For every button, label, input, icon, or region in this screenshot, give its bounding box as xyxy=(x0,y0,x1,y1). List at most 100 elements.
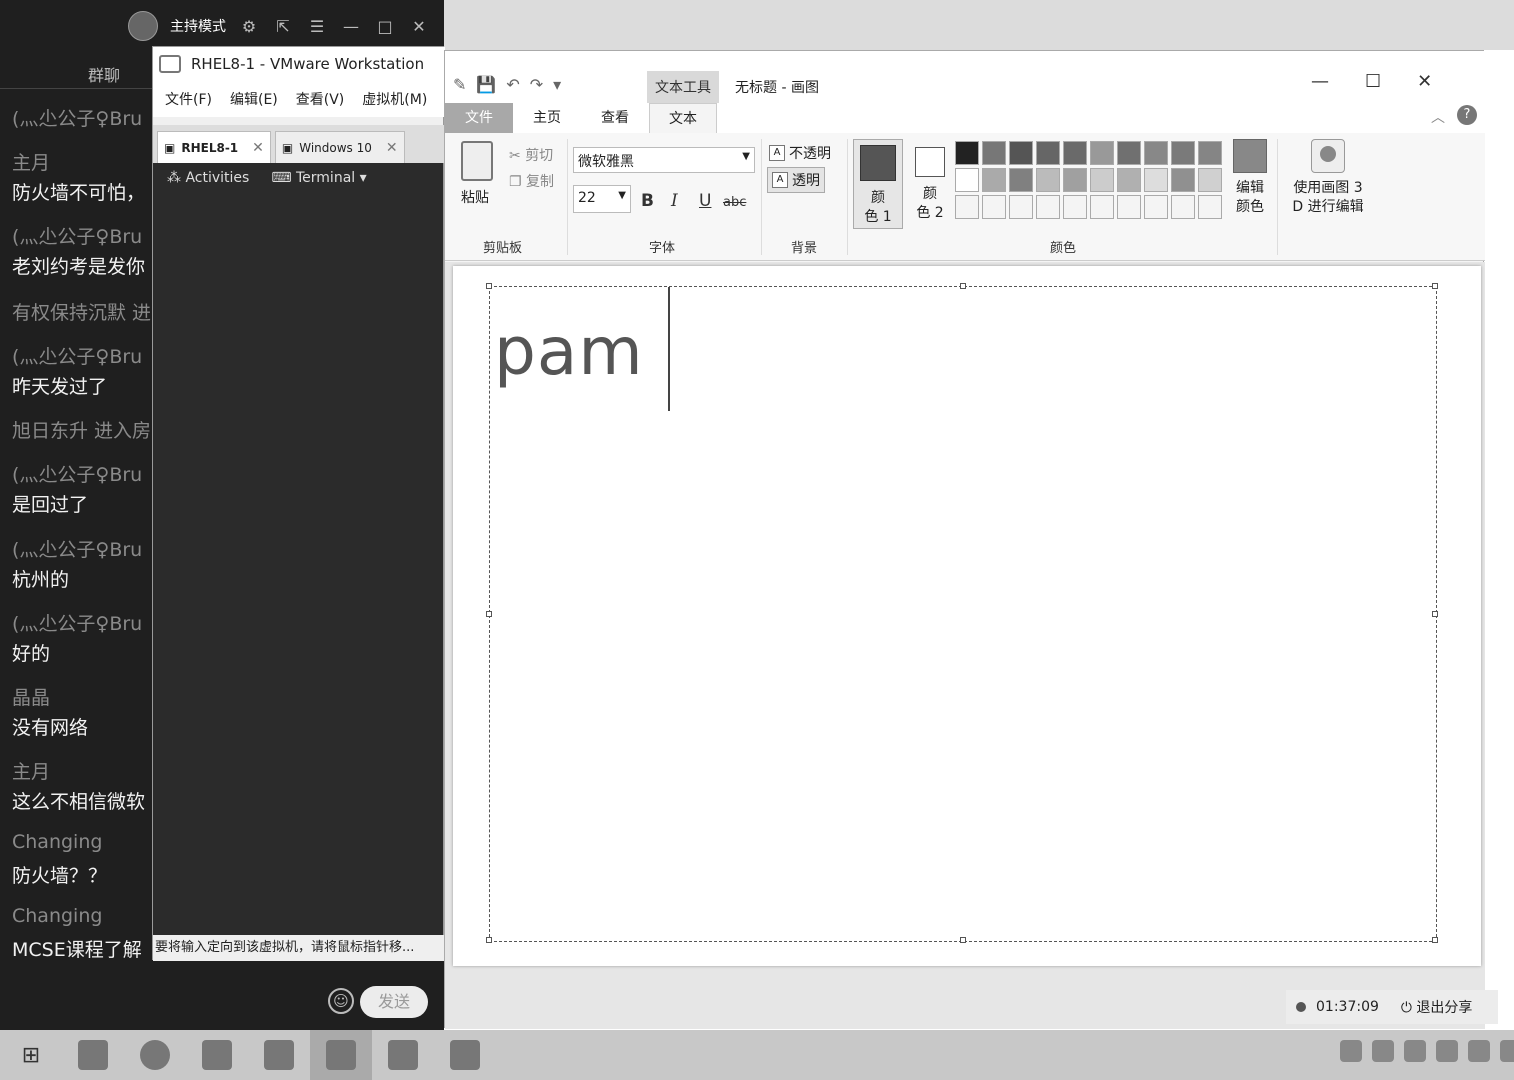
color-swatch[interactable] xyxy=(955,168,979,192)
italic-button[interactable]: I xyxy=(671,191,678,211)
minimize-icon[interactable]: — xyxy=(1311,71,1329,92)
taskbar-app[interactable] xyxy=(434,1030,496,1080)
resize-handle[interactable] xyxy=(1432,937,1438,943)
color1-button[interactable]: 颜色 1 xyxy=(853,139,903,229)
color-swatch[interactable] xyxy=(1090,168,1114,192)
color-swatch[interactable] xyxy=(1171,195,1195,219)
tab-windows10[interactable]: ▣ Windows 10 ✕ xyxy=(274,131,405,163)
drawing-canvas[interactable]: pam xyxy=(453,266,1481,966)
tab-view[interactable]: 查看 xyxy=(581,103,649,133)
menu-edit[interactable]: 编辑(E) xyxy=(230,89,278,109)
bold-button[interactable]: B xyxy=(641,191,654,211)
qq-icon[interactable] xyxy=(1468,1040,1490,1062)
edit-colors-button[interactable]: 编辑 颜色 xyxy=(1231,139,1269,217)
color-swatch[interactable] xyxy=(1063,195,1087,219)
terminal-menu[interactable]: ⌨ Terminal ▾ xyxy=(271,170,366,186)
resize-handle[interactable] xyxy=(486,611,492,617)
maximize-icon[interactable]: □ xyxy=(374,15,396,37)
color-swatch[interactable] xyxy=(1036,141,1060,165)
tab-rhel8[interactable]: ▣ RHEL8-1 ✕ xyxy=(157,131,271,163)
color-swatch[interactable] xyxy=(1063,168,1087,192)
strikethrough-button[interactable]: abc xyxy=(723,195,746,210)
gear-icon[interactable]: ⚙ xyxy=(238,15,260,37)
color-swatch[interactable] xyxy=(1036,195,1060,219)
opaque-button[interactable]: A 不透明 xyxy=(769,143,831,163)
taskbar-app[interactable] xyxy=(124,1030,186,1080)
help-icon[interactable]: ? xyxy=(1457,105,1477,125)
guest-screen[interactable]: ⁂ Activities ⌨ Terminal ▾ xyxy=(153,163,443,939)
color-swatch[interactable] xyxy=(1117,141,1141,165)
taskbar-app[interactable] xyxy=(248,1030,310,1080)
color-swatch[interactable] xyxy=(1144,195,1168,219)
close-icon[interactable]: ✕ xyxy=(408,15,430,37)
color-swatch[interactable] xyxy=(1144,141,1168,165)
emoji-icon[interactable]: ☺ xyxy=(328,988,354,1014)
resize-handle[interactable] xyxy=(960,937,966,943)
copy-button[interactable]: ❐ 复制 xyxy=(509,171,554,191)
color-swatch[interactable] xyxy=(1036,168,1060,192)
close-icon[interactable]: ✕ xyxy=(252,140,264,156)
color-swatch[interactable] xyxy=(982,141,1006,165)
save-icon[interactable]: 💾 xyxy=(476,75,496,94)
underline-button[interactable]: U xyxy=(699,191,711,211)
tab-home[interactable]: 主页 xyxy=(513,103,581,133)
group-chat-tab[interactable]: 群聊 xyxy=(88,62,120,86)
resize-handle[interactable] xyxy=(486,283,492,289)
chevron-down-icon[interactable]: ▾ xyxy=(553,75,561,94)
color-swatch[interactable] xyxy=(1090,141,1114,165)
close-icon[interactable]: ✕ xyxy=(1417,71,1432,92)
taskbar-app[interactable] xyxy=(310,1030,372,1080)
qq-icon[interactable] xyxy=(1436,1040,1458,1062)
color-swatch[interactable] xyxy=(1198,195,1222,219)
color-swatch[interactable] xyxy=(1171,168,1195,192)
color-swatch[interactable] xyxy=(1009,168,1033,192)
vmware-titlebar[interactable]: RHEL8-1 - VMware Workstation xyxy=(153,47,445,81)
text-box[interactable]: pam xyxy=(486,283,1438,943)
exit-share-button[interactable]: ⏻ 退出分享 xyxy=(1401,997,1473,1017)
color-swatch[interactable] xyxy=(1171,141,1195,165)
color-swatch[interactable] xyxy=(982,195,1006,219)
color2-button[interactable]: 颜色 2 xyxy=(907,139,953,229)
tray-icon[interactable] xyxy=(1404,1040,1426,1062)
send-button[interactable]: 发送 xyxy=(360,986,428,1018)
start-button[interactable]: ⊞ xyxy=(0,1030,62,1080)
transparent-button[interactable]: A 透明 xyxy=(767,167,825,193)
font-family-select[interactable]: 微软雅黑 ▼ xyxy=(573,147,755,173)
menu-view[interactable]: 查看(V) xyxy=(296,89,345,109)
edit-with-paint3d-button[interactable]: 使用画图 3D 进行编辑 xyxy=(1287,139,1369,217)
redo-icon[interactable]: ↷ xyxy=(530,75,543,94)
minimize-icon[interactable]: — xyxy=(340,15,362,37)
avatar[interactable] xyxy=(128,11,158,41)
host-mode-label[interactable]: 主持模式 xyxy=(170,16,226,36)
menu-file[interactable]: 文件(F) xyxy=(165,89,212,109)
font-size-select[interactable]: 22 ▼ xyxy=(573,185,631,213)
activities-button[interactable]: ⁂ Activities xyxy=(167,170,249,186)
color-swatch[interactable] xyxy=(955,195,979,219)
cut-button[interactable]: ✂ 剪切 xyxy=(509,145,553,165)
taskbar-app[interactable] xyxy=(186,1030,248,1080)
color-swatch[interactable] xyxy=(1144,168,1168,192)
share-out-icon[interactable]: ⇱ xyxy=(272,15,294,37)
resize-handle[interactable] xyxy=(1432,611,1438,617)
tab-text[interactable]: 文本 xyxy=(649,103,717,133)
menu-icon[interactable]: ☰ xyxy=(306,15,328,37)
color-swatch[interactable] xyxy=(1198,141,1222,165)
resize-handle[interactable] xyxy=(960,283,966,289)
microphone-icon[interactable] xyxy=(1340,1040,1362,1062)
color-swatch[interactable] xyxy=(1090,195,1114,219)
resize-handle[interactable] xyxy=(1432,283,1438,289)
taskbar-app[interactable] xyxy=(372,1030,434,1080)
color-swatch[interactable] xyxy=(1009,141,1033,165)
color-swatch[interactable] xyxy=(955,141,979,165)
resize-handle[interactable] xyxy=(486,937,492,943)
color-swatch[interactable] xyxy=(1117,168,1141,192)
close-icon[interactable]: ✕ xyxy=(386,140,398,156)
color-swatch[interactable] xyxy=(1117,195,1141,219)
maximize-icon[interactable]: ☐ xyxy=(1365,71,1381,92)
menu-vm[interactable]: 虚拟机(M) xyxy=(362,89,427,109)
color-swatch[interactable] xyxy=(1198,168,1222,192)
taskbar-app[interactable] xyxy=(62,1030,124,1080)
color-swatch[interactable] xyxy=(982,168,1006,192)
undo-icon[interactable]: ↶ xyxy=(506,75,519,94)
color-swatch[interactable] xyxy=(1009,195,1033,219)
